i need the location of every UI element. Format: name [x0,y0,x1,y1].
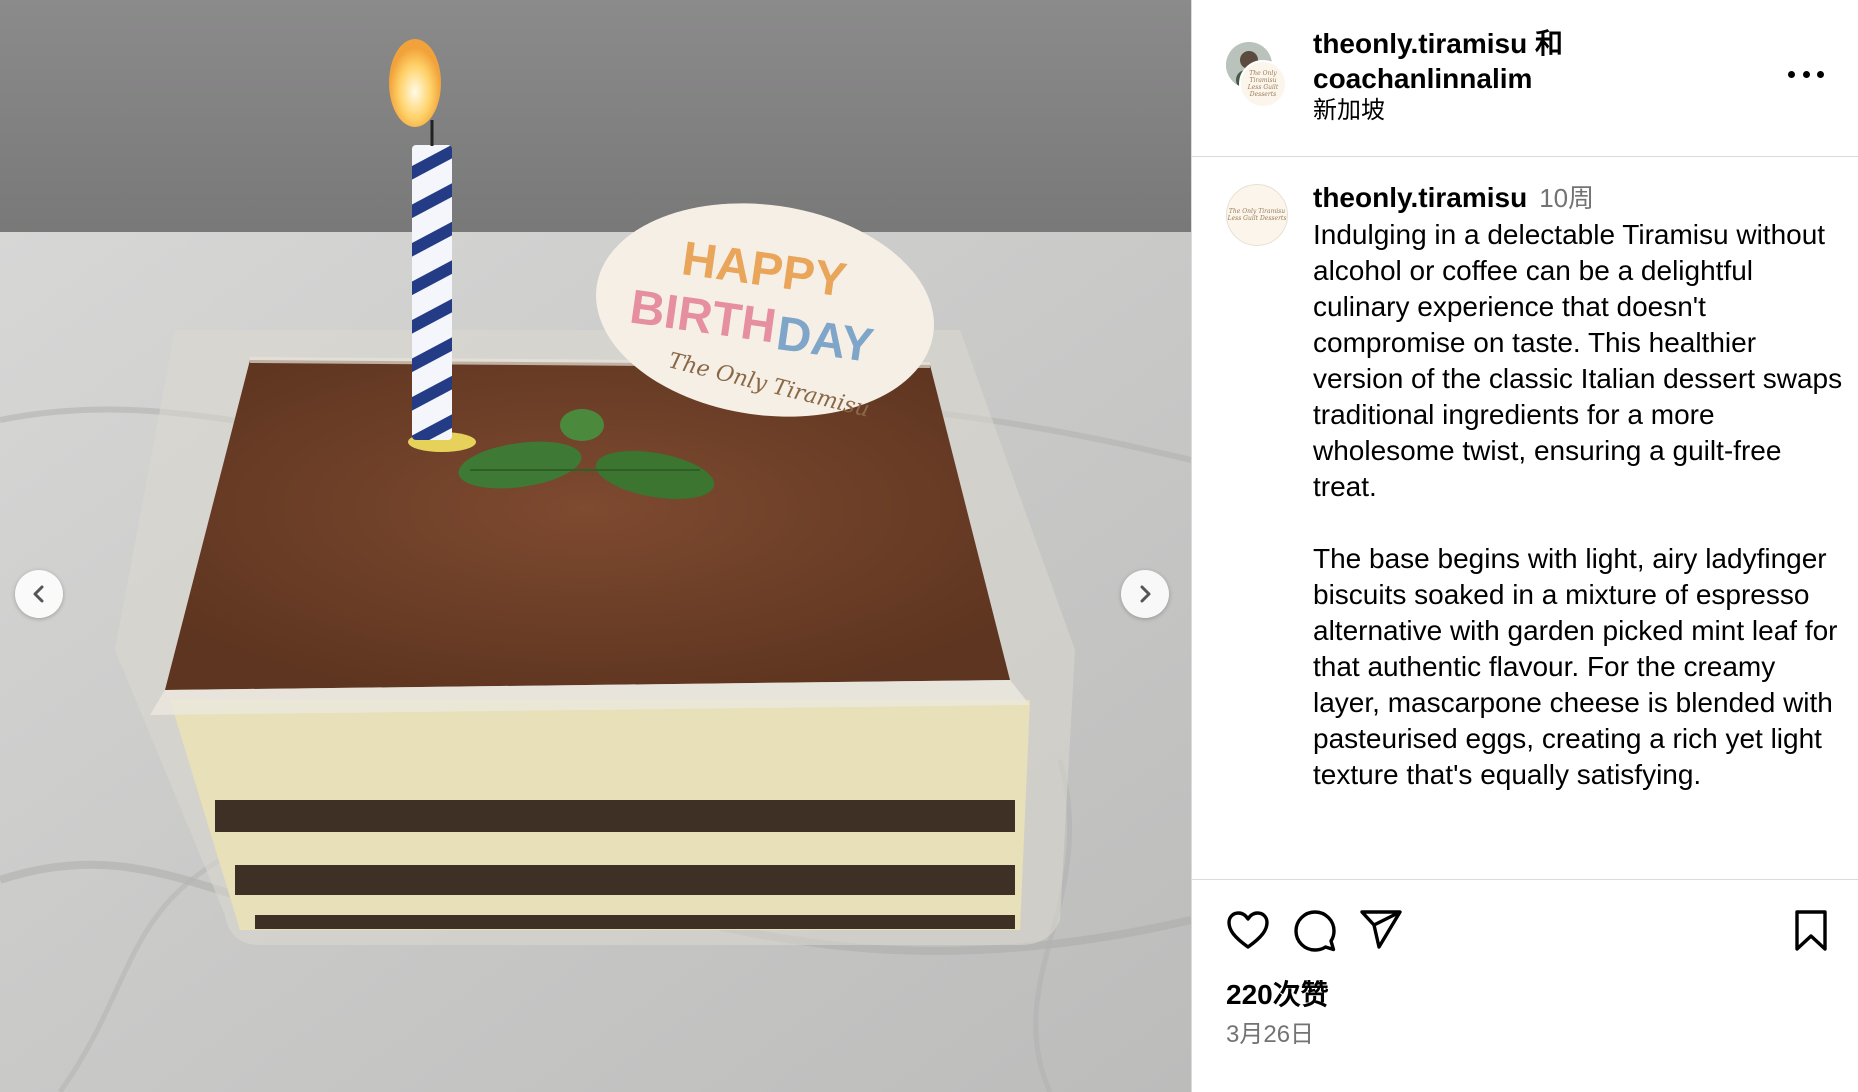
caption-avatar-logo: The Only Tiramisu Less Guilt Desserts [1228,208,1287,222]
caption-username[interactable]: theonly.tiramisu [1313,182,1527,213]
chevron-right-icon [1140,585,1151,603]
avatar-theonly-tiramisu[interactable]: The Only Tiramisu Less Guilt Desserts [1239,60,1287,108]
post-actions: 220次赞 3月26日 [1192,879,1858,1092]
more-icon [1788,70,1795,78]
chevron-left-icon [33,585,44,603]
comment-icon[interactable] [1294,910,1336,952]
heart-icon[interactable] [1226,910,1270,950]
post-sidebar: The Only Tiramisu Less Guilt Desserts th… [1191,0,1858,1092]
post-date[interactable]: 3月26日 [1226,1014,1314,1049]
location-link[interactable]: 新加坡 [1313,96,1385,126]
caption-text: Indulging in a delectable Tiramisu witho… [1313,219,1843,790]
more-icon-dot [1817,70,1824,78]
logo-line-1: The Only Tiramisu [1228,208,1286,215]
send-icon[interactable] [1360,910,1402,950]
caption-header: theonly.tiramisu 10周 [1313,181,1594,215]
post-image: HAPPY BIRTH DAY The Only Tiramisu [0,0,1191,1092]
post-media: HAPPY BIRTH DAY The Only Tiramisu [0,0,1191,1092]
caption-avatar[interactable]: The Only Tiramisu Less Guilt Desserts [1226,184,1288,246]
caption-timestamp[interactable]: 10周 [1539,183,1594,213]
more-options-button[interactable] [1788,62,1824,86]
more-icon-dot [1802,70,1810,78]
collab-usernames[interactable]: theonly.tiramisu 和 coachanlinnalim [1313,26,1613,96]
post-header: The Only Tiramisu Less Guilt Desserts th… [1192,0,1858,157]
bookmark-icon[interactable] [1794,910,1828,952]
caption-area: The Only Tiramisu Less Guilt Desserts th… [1192,157,1858,879]
next-image-button[interactable] [1121,570,1169,618]
like-count[interactable]: 220次赞 [1226,973,1329,1013]
collab-avatars[interactable]: The Only Tiramisu Less Guilt Desserts [1226,42,1287,112]
logo-line-1: The Only Tiramisu [1249,70,1277,84]
logo-line-2: Less Guilt Desserts [1227,215,1287,222]
logo-line-2: Less Guilt Desserts [1247,84,1279,98]
avatar-logo: The Only Tiramisu Less Guilt Desserts [1241,70,1285,98]
prev-image-button[interactable] [15,570,63,618]
